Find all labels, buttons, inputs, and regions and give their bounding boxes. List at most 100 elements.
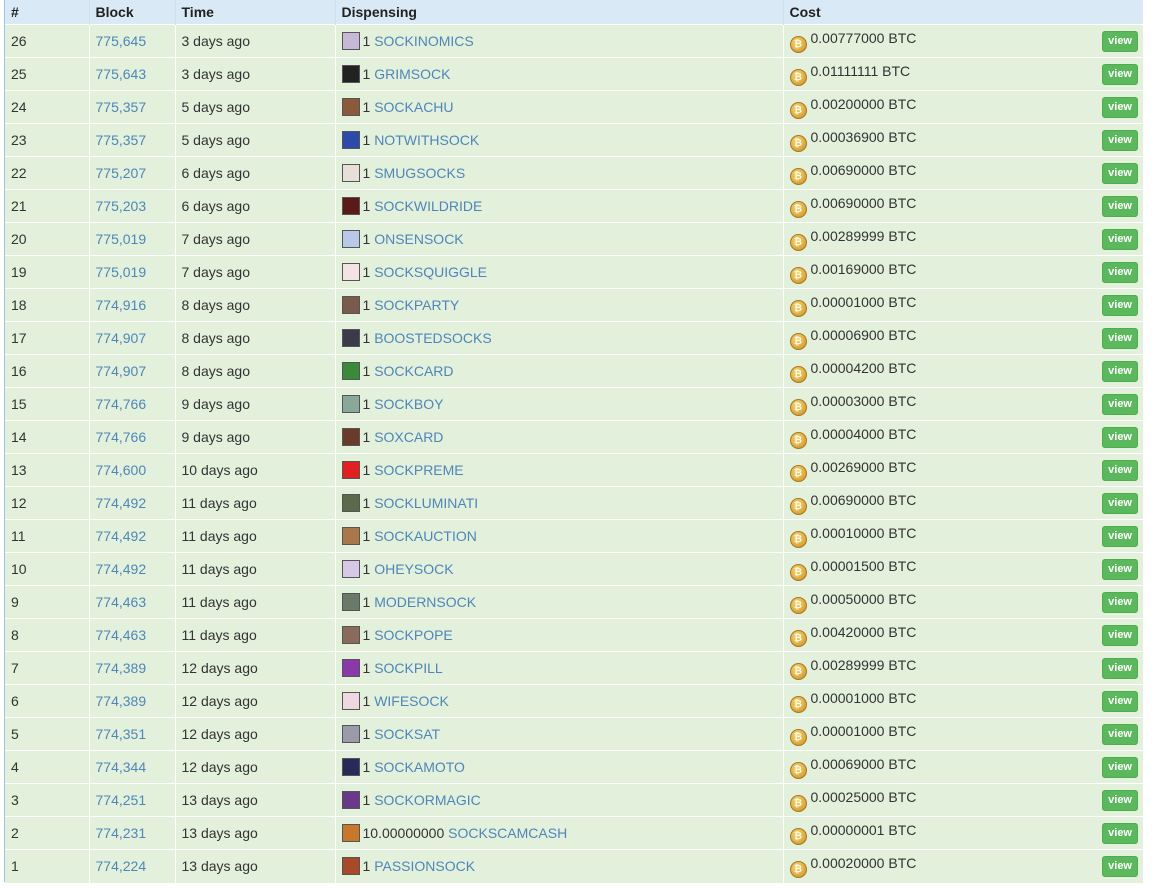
block-link[interactable]: 775,019 <box>96 264 147 280</box>
asset-link[interactable]: OHEYSOCK <box>374 561 453 577</box>
asset-thumbnail-icon[interactable] <box>341 362 360 380</box>
view-button[interactable]: view <box>1102 658 1138 679</box>
asset-thumbnail-icon[interactable] <box>341 857 360 876</box>
asset-thumbnail-icon[interactable] <box>341 659 360 677</box>
asset-link[interactable]: SOCKPREME <box>374 462 463 478</box>
asset-link[interactable]: SOCKACHU <box>374 99 453 115</box>
asset-link[interactable]: SOCKINOMICS <box>374 33 474 49</box>
block-link[interactable]: 774,766 <box>96 429 147 445</box>
asset-thumbnail-icon[interactable] <box>341 296 360 314</box>
asset-link[interactable]: SOCKCARD <box>374 363 453 379</box>
view-button[interactable]: view <box>1102 328 1138 349</box>
block-link[interactable]: 774,224 <box>96 858 147 874</box>
asset-link[interactable]: BOOSTEDSOCKS <box>374 330 491 346</box>
view-button[interactable]: view <box>1102 625 1138 646</box>
view-button[interactable]: view <box>1102 724 1138 745</box>
asset-link[interactable]: SOCKSQUIGGLE <box>374 264 487 280</box>
block-link[interactable]: 775,357 <box>96 99 147 115</box>
block-link[interactable]: 774,766 <box>96 396 147 412</box>
asset-thumbnail-icon[interactable] <box>341 758 360 776</box>
asset-thumbnail-icon[interactable] <box>341 263 360 281</box>
asset-link[interactable]: SOCKSAT <box>374 726 440 742</box>
view-button[interactable]: view <box>1102 790 1138 811</box>
asset-link[interactable]: SOCKAUCTION <box>374 528 477 544</box>
block-link[interactable]: 774,389 <box>96 660 147 676</box>
block-link[interactable]: 775,357 <box>96 132 147 148</box>
asset-thumbnail-icon[interactable] <box>341 527 360 545</box>
view-button[interactable]: view <box>1102 592 1138 613</box>
block-link[interactable]: 774,907 <box>96 330 147 346</box>
view-button[interactable]: view <box>1102 229 1138 250</box>
view-button[interactable]: view <box>1102 757 1138 778</box>
block-link[interactable]: 775,019 <box>96 231 147 247</box>
asset-thumbnail-icon[interactable] <box>341 65 360 83</box>
asset-link[interactable]: SOCKBOY <box>374 396 443 412</box>
asset-link[interactable]: SOXCARD <box>374 429 443 445</box>
asset-link[interactable]: SOCKORMAGIC <box>374 792 481 808</box>
view-button[interactable]: view <box>1102 97 1138 118</box>
asset-thumbnail-icon[interactable] <box>341 593 360 611</box>
block-link[interactable]: 775,645 <box>96 33 147 49</box>
asset-link[interactable]: ONSENSOCK <box>374 231 463 247</box>
asset-thumbnail-icon[interactable] <box>341 98 360 116</box>
asset-link[interactable]: GRIMSOCK <box>374 66 450 82</box>
view-button[interactable]: view <box>1102 163 1138 184</box>
asset-link[interactable]: WIFESOCK <box>374 693 449 709</box>
asset-link[interactable]: SOCKPILL <box>374 660 442 676</box>
view-button[interactable]: view <box>1102 295 1138 316</box>
asset-link[interactable]: SOCKAMOTO <box>374 759 465 775</box>
block-link[interactable]: 774,351 <box>96 726 147 742</box>
asset-thumbnail-icon[interactable] <box>341 428 360 446</box>
block-link[interactable]: 774,389 <box>96 693 147 709</box>
view-button[interactable]: view <box>1102 64 1138 85</box>
asset-thumbnail-icon[interactable] <box>341 560 360 578</box>
asset-thumbnail-icon[interactable] <box>341 329 360 347</box>
asset-link[interactable]: SMUGSOCKS <box>374 165 465 181</box>
block-link[interactable]: 774,231 <box>96 825 147 841</box>
block-link[interactable]: 774,463 <box>96 594 147 610</box>
asset-thumbnail-icon[interactable] <box>341 395 360 413</box>
asset-thumbnail-icon[interactable] <box>341 692 360 710</box>
asset-thumbnail-icon[interactable] <box>341 791 360 809</box>
block-link[interactable]: 774,492 <box>96 495 147 511</box>
view-button[interactable]: view <box>1102 394 1138 415</box>
asset-thumbnail-icon[interactable] <box>341 131 360 149</box>
asset-link[interactable]: SOCKSCAMCASH <box>448 825 567 841</box>
asset-link[interactable]: NOTWITHSOCK <box>374 132 479 148</box>
block-link[interactable]: 775,203 <box>96 198 147 214</box>
asset-thumbnail-icon[interactable] <box>341 230 360 248</box>
view-button[interactable]: view <box>1102 196 1138 217</box>
view-button[interactable]: view <box>1102 361 1138 382</box>
view-button[interactable]: view <box>1102 130 1138 151</box>
block-link[interactable]: 775,643 <box>96 66 147 82</box>
block-link[interactable]: 774,600 <box>96 462 147 478</box>
block-link[interactable]: 774,251 <box>96 792 147 808</box>
asset-thumbnail-icon[interactable] <box>341 32 360 50</box>
block-link[interactable]: 774,463 <box>96 627 147 643</box>
asset-link[interactable]: PASSIONSOCK <box>374 858 475 874</box>
asset-thumbnail-icon[interactable] <box>341 197 360 215</box>
asset-link[interactable]: SOCKLUMINATI <box>374 495 478 511</box>
asset-thumbnail-icon[interactable] <box>341 626 360 644</box>
asset-thumbnail-icon[interactable] <box>341 725 360 743</box>
asset-link[interactable]: SOCKPOPE <box>374 627 453 643</box>
block-link[interactable]: 775,207 <box>96 165 147 181</box>
view-button[interactable]: view <box>1102 262 1138 283</box>
view-button[interactable]: view <box>1102 856 1138 877</box>
view-button[interactable]: view <box>1102 460 1138 481</box>
asset-thumbnail-icon[interactable] <box>341 494 360 512</box>
asset-link[interactable]: SOCKPARTY <box>374 297 459 313</box>
view-button[interactable]: view <box>1102 493 1138 514</box>
asset-thumbnail-icon[interactable] <box>341 461 360 479</box>
block-link[interactable]: 774,916 <box>96 297 147 313</box>
block-link[interactable]: 774,492 <box>96 561 147 577</box>
asset-link[interactable]: MODERNSOCK <box>374 594 476 610</box>
view-button[interactable]: view <box>1102 427 1138 448</box>
view-button[interactable]: view <box>1102 559 1138 580</box>
asset-thumbnail-icon[interactable] <box>341 164 360 182</box>
view-button[interactable]: view <box>1102 823 1138 844</box>
asset-thumbnail-icon[interactable] <box>341 824 360 842</box>
block-link[interactable]: 774,344 <box>96 759 147 775</box>
asset-link[interactable]: SOCKWILDRIDE <box>374 198 482 214</box>
view-button[interactable]: view <box>1102 691 1138 712</box>
